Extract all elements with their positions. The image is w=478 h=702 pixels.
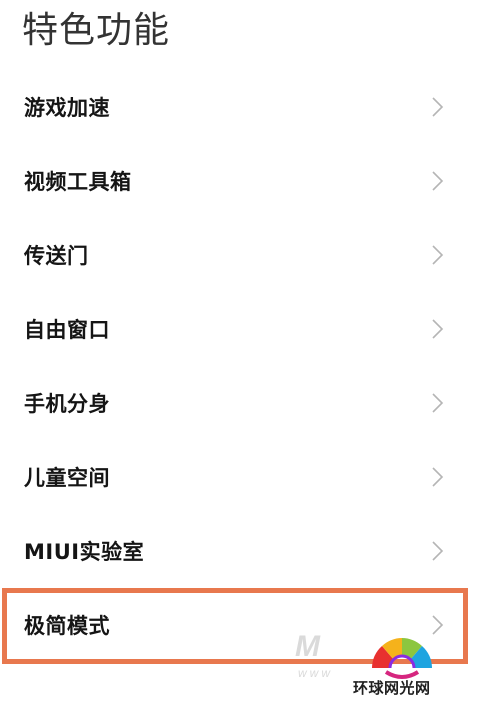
chevron-right-icon	[426, 392, 448, 414]
chevron-right-icon	[426, 244, 448, 266]
list-item-miui-lab[interactable]: MIUI实验室	[0, 514, 478, 588]
list-item-label: MIUI实验室	[24, 540, 145, 564]
chevron-right-icon	[426, 466, 448, 488]
chevron-right-icon	[426, 540, 448, 562]
list-item-label: 自由窗口	[24, 318, 110, 342]
list-item-kids-space[interactable]: 儿童空间	[0, 440, 478, 514]
watermark-logo-icon	[366, 628, 438, 680]
chevron-right-icon	[426, 96, 448, 118]
watermark-faint-logo: M	[295, 630, 320, 663]
list-item-label: 游戏加速	[24, 96, 110, 120]
list-item-video-toolbox[interactable]: 视频工具箱	[0, 144, 478, 218]
list-item-game-boost[interactable]: 游戏加速	[0, 70, 478, 144]
list-item-label: 儿童空间	[24, 466, 110, 490]
chevron-right-icon	[426, 318, 448, 340]
list-item-dual-apps[interactable]: 手机分身	[0, 366, 478, 440]
chevron-right-icon	[426, 170, 448, 192]
watermark-text: 环球网光网	[353, 679, 431, 697]
page-title: 特色功能	[22, 10, 171, 51]
list-item-label: 传送门	[24, 244, 89, 268]
list-item-free-window[interactable]: 自由窗口	[0, 292, 478, 366]
list-item-label: 手机分身	[24, 392, 110, 416]
list-item-label: 视频工具箱	[24, 170, 132, 194]
list-item-portal[interactable]: 传送门	[0, 218, 478, 292]
settings-list: 游戏加速 视频工具箱 传送门 自由窗口 手机分身 儿童空间 MIUI实验室 极简…	[0, 70, 478, 662]
list-item-label: 极简模式	[24, 614, 110, 638]
watermark-faint-sub: www	[298, 666, 333, 680]
